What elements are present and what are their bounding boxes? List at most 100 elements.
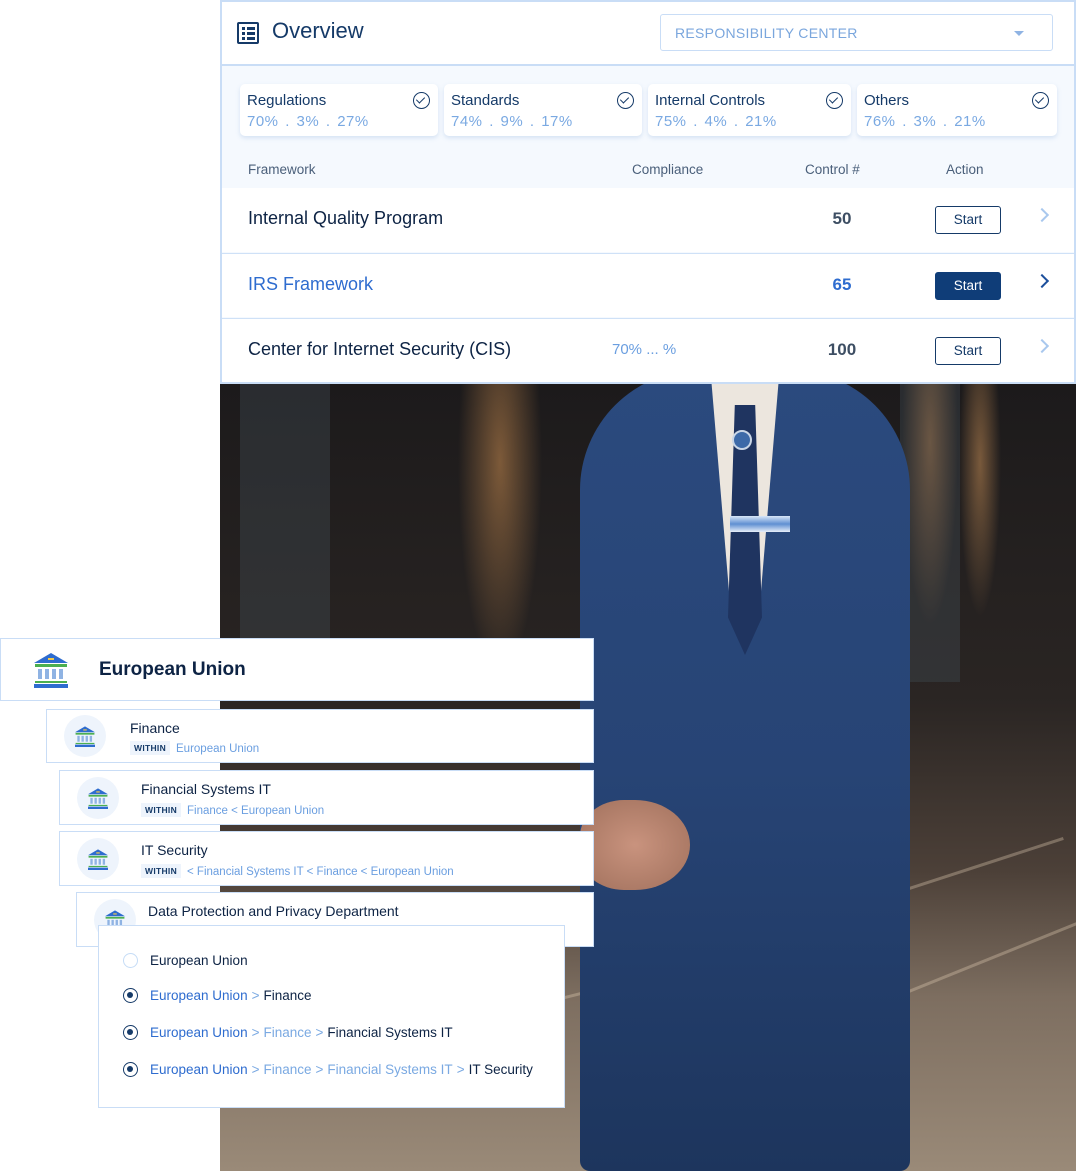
- breadcrumb-segment: European Union: [150, 953, 248, 968]
- framework-name: Center for Internet Security (CIS): [248, 339, 512, 359]
- table-row[interactable]: IRS Framework 65 Start: [222, 253, 1074, 317]
- org-name: IT Security: [141, 842, 208, 858]
- chevron-right-icon[interactable]: [1034, 273, 1050, 289]
- radio-option[interactable]: European Union > Finance > Financial Systems…: [123, 1062, 533, 1077]
- breadcrumb-segment: European Union: [150, 988, 248, 1003]
- category-percentages: 76% . 3% . 21%: [864, 113, 986, 130]
- option-path: European Union > Finance > Financial Systems…: [150, 1025, 453, 1040]
- breadcrumb-segment: Financial Systems IT: [327, 1062, 453, 1077]
- start-button[interactable]: Start: [935, 272, 1001, 300]
- control-count: 50: [832, 209, 852, 228]
- check-circle-icon: [1032, 92, 1049, 109]
- bank-icon: [88, 788, 108, 809]
- control-count: 100: [827, 340, 857, 359]
- breadcrumb-segment: IT Security: [468, 1062, 533, 1077]
- breadcrumb-segment: Finance: [263, 1062, 312, 1077]
- start-button[interactable]: Start: [935, 206, 1001, 234]
- category-name: Others: [864, 92, 910, 109]
- breadcrumb-separator: >: [315, 1025, 324, 1040]
- col-control: Control #: [805, 162, 860, 177]
- within-value: Finance < European Union: [187, 805, 325, 817]
- org-card-finance[interactable]: Finance WITHIN European Union: [46, 709, 594, 763]
- check-circle-icon: [826, 92, 843, 109]
- overview-body: Regulations 70% . 3% . 27% Standards 74%…: [222, 66, 1074, 382]
- org-name: Financial Systems IT: [141, 781, 271, 797]
- bank-icon: [75, 726, 95, 747]
- radio-button[interactable]: [123, 1062, 138, 1077]
- breadcrumb-segment: European Union: [150, 1025, 248, 1040]
- within-value: < Financial Systems IT < Finance < Europ…: [187, 866, 454, 878]
- overview-header: Overview RESPONSIBILITY CENTER: [222, 2, 1074, 66]
- wall-panel: [240, 382, 330, 682]
- col-action: Action: [946, 162, 984, 177]
- radio-button[interactable]: [123, 988, 138, 1003]
- category-percentages: 74% . 9% . 17%: [451, 113, 573, 130]
- radio-option[interactable]: European Union: [123, 953, 248, 968]
- select-value: RESPONSIBILITY CENTER: [675, 25, 858, 41]
- hand: [580, 800, 690, 890]
- chevron-right-icon[interactable]: [1034, 207, 1050, 223]
- org-card-root[interactable]: European Union: [0, 638, 594, 701]
- framework-name: IRS Framework: [248, 274, 374, 294]
- table-row[interactable]: Center for Internet Security (CIS) 70% .…: [222, 318, 1074, 382]
- radio-button[interactable]: [123, 1025, 138, 1040]
- check-circle-icon: [413, 92, 430, 109]
- within-path: WITHIN European Union: [130, 741, 259, 755]
- radio-option[interactable]: European Union > Finance: [123, 988, 312, 1003]
- within-badge: WITHIN: [130, 741, 171, 755]
- category-name: Regulations: [247, 92, 327, 109]
- bank-icon: [34, 653, 68, 688]
- breadcrumb-segment: Finance: [263, 988, 312, 1003]
- within-badge: WITHIN: [141, 864, 182, 878]
- within-path: WITHIN Finance < European Union: [141, 803, 324, 817]
- breadcrumb-separator: >: [251, 1025, 260, 1040]
- framework-name: Internal Quality Program: [248, 208, 444, 228]
- breadcrumb-segment: Financial Systems IT: [327, 1025, 453, 1040]
- category-cards: Regulations 70% . 3% . 27% Standards 74%…: [240, 84, 1057, 136]
- breadcrumb-separator: >: [251, 1062, 260, 1077]
- breadcrumb-segment: European Union: [150, 1062, 248, 1077]
- radio-button[interactable]: [123, 953, 138, 968]
- caret-down-icon: [1014, 31, 1024, 36]
- category-card-internal-controls[interactable]: Internal Controls 75% . 4% . 21%: [648, 84, 851, 136]
- within-value: European Union: [176, 743, 260, 755]
- compliance-value: 70% ... %: [612, 341, 677, 358]
- org-card-financial-systems-it[interactable]: Financial Systems IT WITHIN Finance < Eur…: [59, 770, 594, 825]
- pocket-square: [730, 516, 790, 532]
- org-name: Finance: [130, 720, 180, 736]
- check-circle-icon: [617, 92, 634, 109]
- category-percentages: 75% . 4% . 21%: [655, 113, 777, 130]
- page-title: Overview: [272, 18, 364, 43]
- table-row[interactable]: Internal Quality Program 50 Start: [222, 188, 1074, 252]
- table-header: Framework Compliance Control # Action: [222, 156, 1074, 188]
- overview-panel: Overview RESPONSIBILITY CENTER Regulatio…: [220, 0, 1076, 384]
- org-name: Data Protection and Privacy Department: [148, 903, 399, 919]
- category-name: Standards: [451, 92, 520, 109]
- breadcrumb-separator: >: [251, 988, 260, 1003]
- radio-option[interactable]: European Union > Finance > Financial Systems…: [123, 1025, 453, 1040]
- option-path: European Union: [150, 953, 248, 968]
- category-card-others[interactable]: Others 76% . 3% . 21%: [857, 84, 1057, 136]
- category-percentages: 70% . 3% . 27%: [247, 113, 369, 130]
- within-badge: WITHIN: [141, 803, 182, 817]
- col-compliance: Compliance: [632, 162, 704, 177]
- org-card-it-security[interactable]: IT Security WITHIN < Financial Systems IT…: [59, 831, 594, 886]
- control-count: 65: [832, 275, 852, 294]
- breadcrumb-separator: >: [315, 1062, 324, 1077]
- col-framework: Framework: [248, 162, 316, 177]
- lapel-pin: [732, 430, 752, 450]
- category-card-standards[interactable]: Standards 74% . 9% . 17%: [444, 84, 642, 136]
- category-name: Internal Controls: [655, 92, 766, 109]
- chevron-right-icon[interactable]: [1034, 338, 1050, 354]
- category-card-regulations[interactable]: Regulations 70% . 3% . 27%: [240, 84, 438, 136]
- list-icon: [237, 22, 259, 44]
- responsibility-center-select[interactable]: RESPONSIBILITY CENTER: [660, 14, 1053, 51]
- bank-icon: [88, 849, 108, 870]
- option-path: European Union > Finance: [150, 988, 312, 1003]
- org-name: European Union: [99, 659, 246, 680]
- within-path: WITHIN < Financial Systems IT < Finance <…: [141, 864, 454, 878]
- breadcrumb-segment: Finance: [263, 1025, 312, 1040]
- parent-selector-dropdown: European Union European Union > Finance Eu…: [98, 925, 565, 1108]
- option-path: European Union > Finance > Financial Systems…: [150, 1062, 533, 1077]
- start-button[interactable]: Start: [935, 337, 1001, 365]
